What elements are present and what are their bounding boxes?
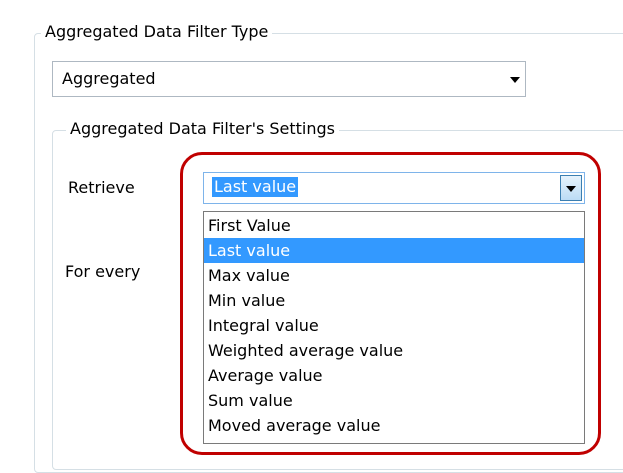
retrieve-dropdown-button[interactable] — [560, 175, 582, 201]
retrieve-dropdown-list[interactable]: First Value Last value Max value Min val… — [203, 211, 585, 444]
dropdown-option-sum-value[interactable]: Sum value — [204, 388, 584, 413]
retrieve-combobox[interactable]: Last value — [203, 172, 585, 204]
dropdown-option-min-value[interactable]: Min value — [204, 288, 584, 313]
dropdown-option-first-value[interactable]: First Value — [204, 213, 584, 238]
dropdown-option-average-value[interactable]: Average value — [204, 363, 584, 388]
retrieve-label: Retrieve — [68, 178, 135, 197]
dropdown-option-last-value[interactable]: Last value — [204, 238, 584, 263]
retrieve-selected-value: Last value — [212, 177, 299, 197]
filter-type-selected-value: Aggregated — [62, 69, 156, 88]
filter-type-group-title: Aggregated Data Filter Type — [41, 22, 273, 42]
chevron-down-icon[interactable] — [510, 77, 520, 83]
filter-type-combobox[interactable]: Aggregated — [52, 61, 526, 97]
for-every-label: For every — [65, 262, 141, 281]
dropdown-option-integral-value[interactable]: Integral value — [204, 313, 584, 338]
settings-group-title: Aggregated Data Filter's Settings — [66, 119, 340, 139]
chevron-down-icon — [566, 186, 576, 192]
dropdown-option-moved-average-value[interactable]: Moved average value — [204, 413, 584, 438]
dropdown-option-weighted-average-value[interactable]: Weighted average value — [204, 338, 584, 363]
dropdown-option-max-value[interactable]: Max value — [204, 263, 584, 288]
